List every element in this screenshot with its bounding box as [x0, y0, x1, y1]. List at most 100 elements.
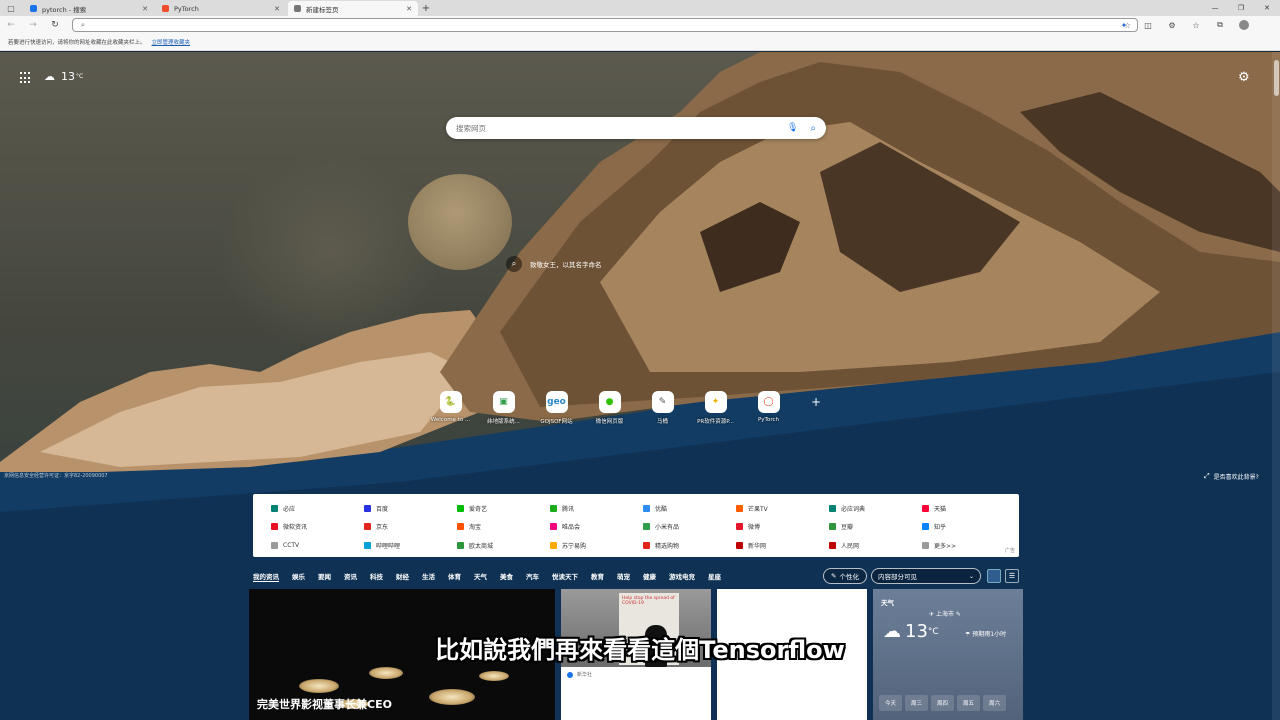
web-search-box[interactable]: 🎙 ⌕	[446, 117, 826, 139]
site-link[interactable]: 淘宝	[457, 522, 550, 531]
grid-layout-button[interactable]	[987, 569, 1001, 583]
feed-tab[interactable]: 汽车	[526, 571, 539, 582]
site-link[interactable]: 腾讯	[550, 504, 643, 513]
tab-1[interactable]: pytorch - 搜索 ✕	[24, 1, 154, 16]
manage-favorites-link[interactable]: 立即管理收藏夹	[152, 38, 191, 46]
site-link[interactable]: 唯品会	[550, 522, 643, 531]
site-link[interactable]: 小米有品	[643, 522, 736, 531]
site-link[interactable]: 豆瓣	[829, 522, 922, 531]
tab-actions-icon[interactable]: ▢	[0, 0, 22, 16]
feed-tab[interactable]: 健康	[643, 571, 656, 582]
feed-tab[interactable]: 体育	[448, 571, 461, 582]
site-link[interactable]: 必应	[271, 504, 364, 513]
content-visibility-select[interactable]: 内容部分可见 ⌄	[871, 568, 981, 584]
favorites-icon[interactable]: ☆	[1184, 16, 1208, 34]
quick-link-2[interactable]: ▣ 纬地版系统...	[477, 391, 530, 425]
tab-3[interactable]: 新建标签页 ✕	[288, 1, 418, 16]
weather-day[interactable]: 今天	[879, 695, 902, 711]
microphone-icon[interactable]: 🎙	[787, 123, 798, 133]
back-icon[interactable]: ←	[0, 16, 22, 34]
address-input[interactable]	[90, 21, 991, 29]
personalize-button[interactable]: ✎ 个性化	[823, 568, 867, 584]
site-link-label: 优酷	[655, 506, 668, 513]
feed-tab[interactable]: 娱乐	[292, 571, 305, 582]
quick-link-1[interactable]: 🐍 Welcome to ...	[424, 391, 477, 425]
close-window-icon[interactable]: ✕	[1254, 0, 1280, 16]
page-settings-icon[interactable]: ⚙	[1238, 70, 1250, 85]
feed-tab[interactable]: 我的资讯	[253, 571, 279, 582]
collections-icon[interactable]: ⧉	[1208, 16, 1232, 34]
site-link[interactable]: 爱奇艺	[457, 504, 550, 513]
feed-tab[interactable]: 天气	[474, 571, 487, 582]
weather-day[interactable]: 周五	[957, 695, 980, 711]
site-link[interactable]: 必应词典	[829, 504, 922, 513]
site-link[interactable]: 新华网	[736, 541, 829, 550]
apps-launcher-icon[interactable]	[20, 72, 32, 84]
site-link[interactable]: 天猫	[922, 504, 1015, 513]
quick-link-5[interactable]: ✎ 马桶	[636, 391, 689, 425]
feed-tab[interactable]: 萌宠	[617, 571, 630, 582]
weather-day[interactable]: 周三	[905, 695, 928, 711]
quick-link-6[interactable]: ✦ PR软件资源P...	[689, 391, 742, 425]
feed-tab[interactable]: 教育	[591, 571, 604, 582]
maximize-icon[interactable]: ❐	[1228, 0, 1254, 16]
feed-tab[interactable]: 星座	[708, 571, 721, 582]
feed-tab[interactable]: 科技	[370, 571, 383, 582]
copilot-icon[interactable]: ✦	[1112, 16, 1136, 34]
site-link[interactable]: 微博	[736, 522, 829, 531]
site-link[interactable]: 芒果TV	[736, 504, 829, 513]
forward-icon[interactable]: →	[22, 16, 44, 34]
tab-2[interactable]: PyTorch ✕	[156, 1, 286, 16]
feed-tab[interactable]: 美食	[500, 571, 513, 582]
tab-close-icon[interactable]: ✕	[274, 5, 280, 13]
site-link[interactable]: 苏宁易购	[550, 541, 643, 550]
feed-tab[interactable]: 财经	[396, 571, 409, 582]
site-link-label: 新华网	[748, 543, 767, 550]
image-info[interactable]: ⌕ 致敬女王，以其名字命名	[506, 256, 602, 272]
refresh-icon[interactable]: ↻	[44, 16, 66, 34]
site-link[interactable]: 百度	[364, 504, 457, 513]
like-background[interactable]: ⤢ 是否喜欢此背景?	[1204, 472, 1259, 481]
profile-avatar[interactable]	[1232, 16, 1256, 34]
site-link[interactable]: 精选购物	[643, 541, 736, 550]
quick-link-4[interactable]: ● 微信网页版	[583, 391, 636, 425]
feed-tab[interactable]: 生活	[422, 571, 435, 582]
links-row: 微软资讯 京东 淘宝 唯品会 小米有品 微博 豆瓣 知乎	[271, 522, 1015, 531]
license-text[interactable]: 京网信息安全经营许可证：京字82-20090007	[4, 472, 108, 479]
site-logo-icon	[922, 523, 929, 530]
new-tab-button[interactable]: +	[418, 1, 434, 16]
feed-tab[interactable]: 资讯	[344, 571, 357, 582]
search-input[interactable]	[456, 123, 787, 133]
site-link[interactable]: 欧太商城	[457, 541, 550, 550]
weather-city[interactable]: ✈ 上海市 ✎	[929, 609, 961, 618]
split-screen-icon[interactable]: ◫	[1136, 16, 1160, 34]
weather-day[interactable]: 周六	[983, 695, 1006, 711]
tab-close-icon[interactable]: ✕	[142, 5, 148, 13]
site-link[interactable]: 京东	[364, 522, 457, 531]
list-layout-button[interactable]: ☰	[1005, 569, 1019, 583]
extensions-icon[interactable]: ⚙	[1160, 16, 1184, 34]
site-link[interactable]: 微软资讯	[271, 522, 364, 531]
site-link[interactable]: 哔哩哔哩	[364, 541, 457, 550]
quick-link-7[interactable]: ◯ PyTorch	[742, 391, 795, 425]
feed-tab[interactable]: 要闻	[318, 571, 331, 582]
weather-day[interactable]: 周四	[931, 695, 954, 711]
weather-widget[interactable]: ☁ 13 °C	[44, 70, 83, 83]
site-link[interactable]: CCTV	[271, 541, 364, 550]
minimize-icon[interactable]: —	[1202, 0, 1228, 16]
site-link[interactable]: 知乎	[922, 522, 1015, 531]
quick-link-3[interactable]: geo GOJSOF网站	[530, 391, 583, 425]
site-logo-icon	[364, 523, 371, 530]
site-link[interactable]: 优酷	[643, 504, 736, 513]
address-bar[interactable]: ⌕ ☆	[72, 18, 1138, 32]
chevron-down-icon: ⌄	[968, 572, 974, 580]
site-link[interactable]: 人民网	[829, 541, 922, 550]
site-logo-icon	[736, 505, 743, 512]
feed-tab[interactable]: 游戏电竞	[669, 571, 695, 582]
search-icon[interactable]: ⌕	[810, 123, 816, 134]
site-link[interactable]: 更多>>	[922, 541, 1015, 550]
tab-close-icon[interactable]: ✕	[406, 5, 412, 13]
add-quick-link-icon[interactable]: +	[801, 391, 831, 413]
feed-tab[interactable]: 悦读天下	[552, 571, 578, 582]
page-scrollbar[interactable]	[1272, 52, 1280, 720]
